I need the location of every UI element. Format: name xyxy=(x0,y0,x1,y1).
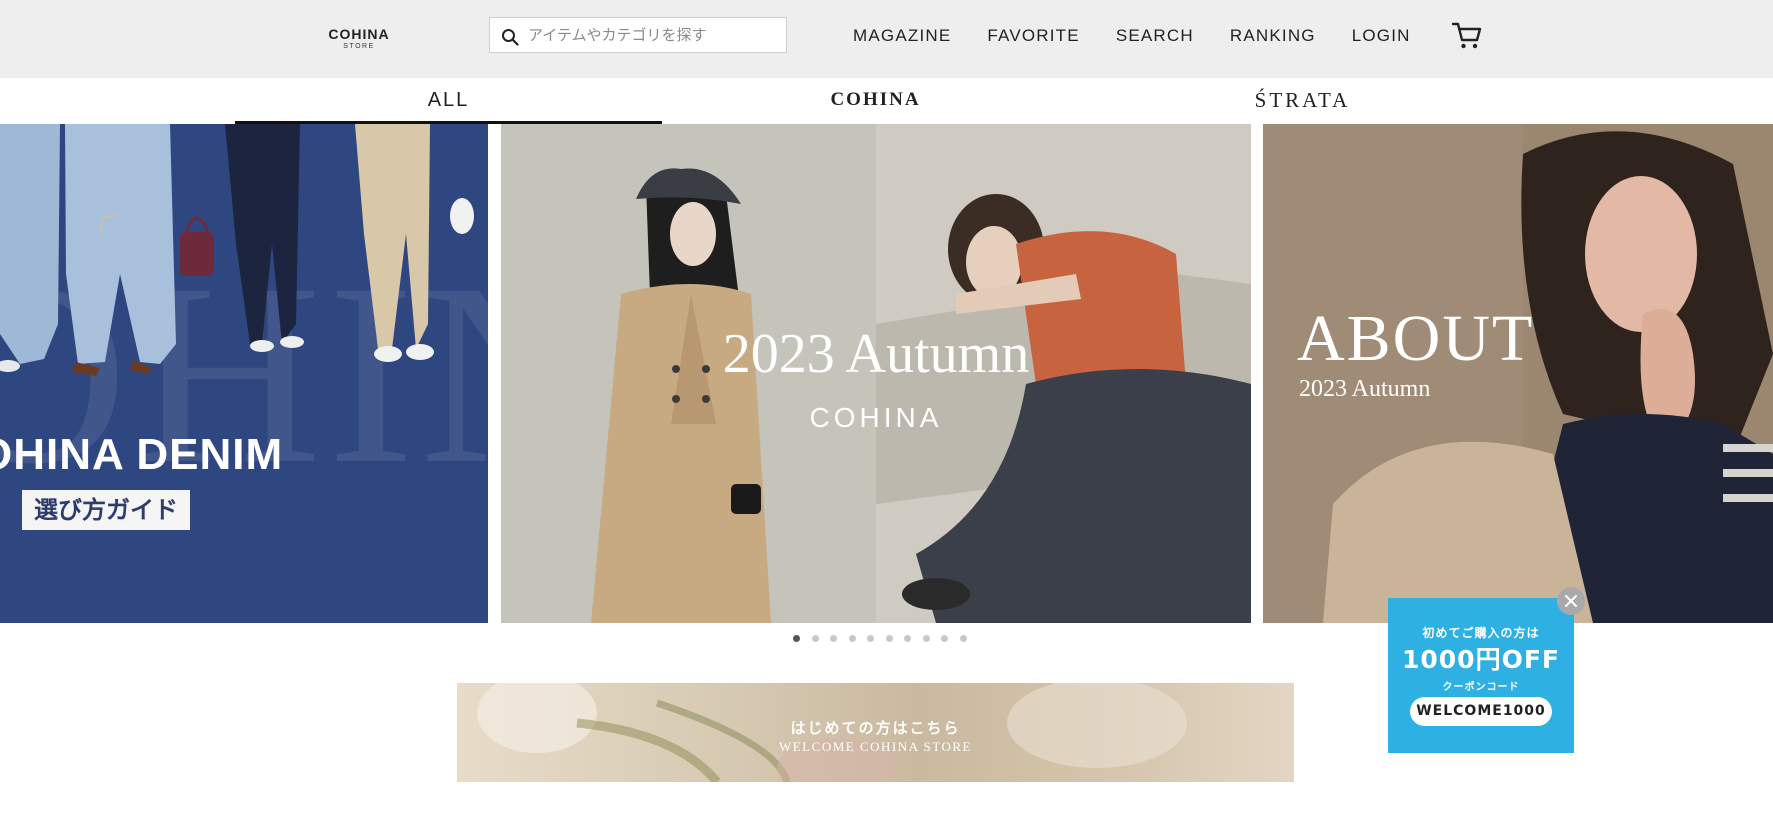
coupon-intro-text: 初めてご購入の方は xyxy=(1422,626,1540,640)
autumn-slide-title: 2023 Autumn xyxy=(722,323,1030,385)
welcome-banner-jp-text: はじめての方はこちら xyxy=(790,719,961,737)
about-slide-subtitle: 2023 Autumn xyxy=(1299,376,1431,402)
nav-magazine[interactable]: MAGAZINE xyxy=(853,25,951,47)
carousel-dot[interactable] xyxy=(867,635,874,642)
welcome-banner-en-text: WELCOME COHINA STORE xyxy=(779,739,972,754)
search-icon[interactable] xyxy=(501,28,519,46)
tab-strata-label: ŚTRATA xyxy=(1254,88,1351,112)
logo-sub-text: STORE xyxy=(343,43,375,50)
coupon-code-label: クーポンコード xyxy=(1442,682,1520,693)
hero-slide-autumn[interactable]: 2023 Autumn COHINA xyxy=(501,124,1251,623)
tab-all[interactable]: ALL xyxy=(235,78,662,124)
search-input[interactable] xyxy=(528,18,778,52)
tab-strata[interactable]: ŚTRATA xyxy=(1089,78,1516,124)
main-nav: MAGAZINE FAVORITE SEARCH RANKING LOGIN xyxy=(853,25,1447,47)
carousel-dot[interactable] xyxy=(904,635,911,642)
carousel-pagination xyxy=(793,635,978,642)
denim-guide-badge: 選び方ガイド xyxy=(22,490,190,530)
search-box[interactable] xyxy=(489,17,787,53)
cart-icon[interactable] xyxy=(1451,20,1483,52)
logo-main-text: COHINA xyxy=(328,26,390,42)
carousel-dot[interactable] xyxy=(941,635,948,642)
carousel-dot[interactable] xyxy=(830,635,837,642)
carousel-dot[interactable] xyxy=(811,635,819,642)
carousel-dot[interactable] xyxy=(793,635,800,642)
denim-slide-title: OHINA DENIM xyxy=(0,430,284,479)
close-icon-glyph xyxy=(1565,595,1577,607)
carousel-dot[interactable] xyxy=(848,635,856,642)
nav-search[interactable]: SEARCH xyxy=(1116,25,1194,47)
coupon-discount-text: 1000円OFF xyxy=(1402,645,1560,674)
hero-slide-denim[interactable]: OHINA DENIM OHINA DENIM 選び方ガイド xyxy=(0,124,488,623)
nav-login[interactable]: LOGIN xyxy=(1352,25,1411,47)
welcome-banner[interactable]: はじめての方はこちら WELCOME COHINA STORE xyxy=(457,683,1294,782)
about-slide-title: ABOUT xyxy=(1297,302,1535,375)
tab-cohina-label: COHINA xyxy=(830,89,921,110)
autumn-slide-brand: COHINA xyxy=(809,402,943,433)
cohina-store-logo[interactable]: COHINA STORE xyxy=(326,26,392,52)
carousel-dot[interactable] xyxy=(885,635,893,642)
close-icon[interactable] xyxy=(1557,587,1585,615)
nav-favorite[interactable]: FAVORITE xyxy=(987,25,1079,47)
hero-slide-about[interactable]: ABOUT 2023 Autumn xyxy=(1263,124,1773,623)
first-purchase-coupon-popup[interactable]: 初めてご購入の方は 1000円OFF クーポンコード WELCOME1000 xyxy=(1388,598,1574,753)
tab-all-label: ALL xyxy=(427,89,470,111)
site-header: COHINA STORE MAGAZINE FAVORITE SEARCH RA… xyxy=(0,0,1773,78)
carousel-dot[interactable] xyxy=(922,635,930,642)
carousel-dot[interactable] xyxy=(959,635,967,642)
nav-ranking[interactable]: RANKING xyxy=(1230,25,1316,47)
denim-models-photo xyxy=(0,124,474,376)
tab-cohina[interactable]: COHINA xyxy=(662,78,1089,124)
brand-tabs: ALL COHINA ŚTRATA xyxy=(0,78,1773,124)
coupon-code-button[interactable]: WELCOME1000 xyxy=(1410,697,1552,726)
